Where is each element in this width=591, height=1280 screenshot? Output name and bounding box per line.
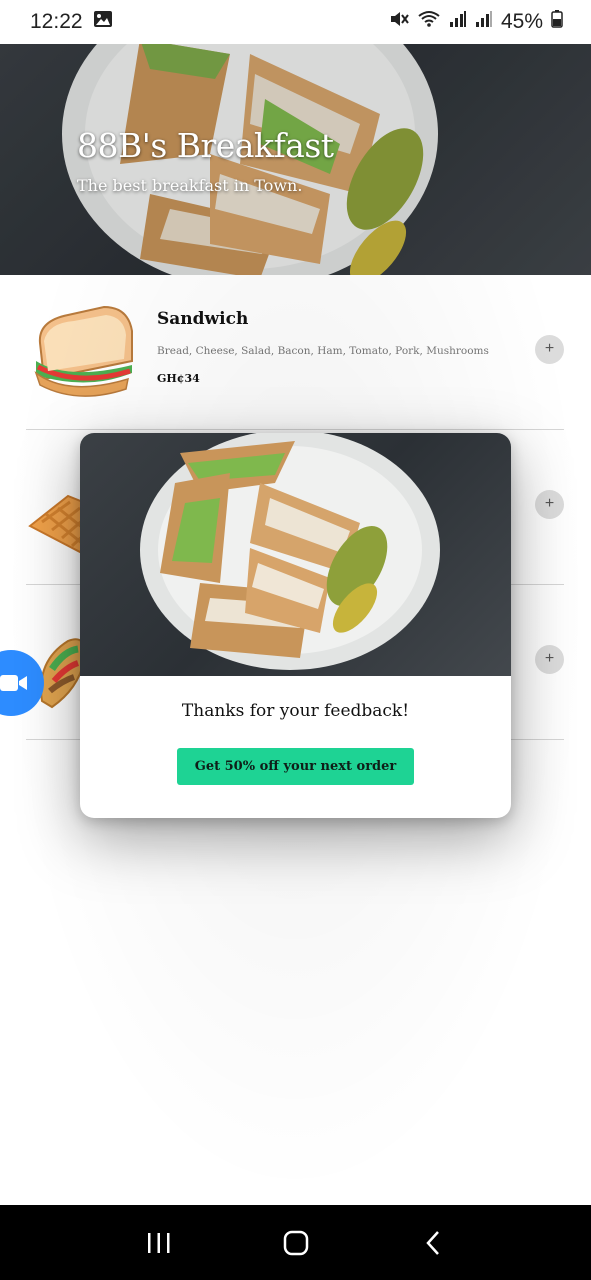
menu-item[interactable]: Sandwich Bread, Cheese, Salad, Bacon, Ha… <box>26 275 564 430</box>
restaurant-tagline: The best breakfast in Town. <box>77 176 303 195</box>
status-bar: 12:22 45% <box>0 0 591 44</box>
menu-item-price: GH¢34 <box>157 372 200 385</box>
add-to-cart-button[interactable]: + <box>535 335 564 364</box>
feedback-modal: Thanks for your feedback! Get 50% off yo… <box>80 433 511 818</box>
mute-icon <box>389 10 409 34</box>
status-time: 12:22 <box>30 10 83 33</box>
add-to-cart-button[interactable]: + <box>535 645 564 674</box>
sandwich-plate-image <box>140 433 440 670</box>
battery-percent: 45% <box>500 10 543 33</box>
recents-icon <box>147 1232 169 1253</box>
system-nav-bar <box>0 1205 591 1280</box>
restaurant-title: 88B's Breakfast <box>77 126 334 165</box>
menu-item-description: Bread, Cheese, Salad, Bacon, Ham, Tomato… <box>157 345 489 357</box>
wifi-icon <box>417 10 441 34</box>
home-button[interactable] <box>276 1223 316 1263</box>
status-right: 45% <box>389 10 563 34</box>
feedback-message: Thanks for your feedback! <box>181 701 410 721</box>
home-icon <box>283 1230 308 1255</box>
signal-icon <box>449 10 467 34</box>
discount-offer-button[interactable]: Get 50% off your next order <box>177 748 414 785</box>
back-icon <box>425 1230 439 1255</box>
menu-item-name: Sandwich <box>157 309 249 329</box>
back-button[interactable] <box>413 1223 453 1263</box>
modal-food-image <box>80 433 511 676</box>
hero-banner: 88B's Breakfast The best breakfast in To… <box>0 44 591 275</box>
recents-button[interactable] <box>139 1223 179 1263</box>
signal-icon <box>475 10 493 34</box>
battery-icon <box>551 10 563 34</box>
sandwich-icon <box>34 305 133 397</box>
add-to-cart-button[interactable]: + <box>535 490 564 519</box>
video-camera-icon <box>0 675 27 691</box>
status-left: 12:22 <box>30 10 113 34</box>
image-icon <box>93 10 113 34</box>
